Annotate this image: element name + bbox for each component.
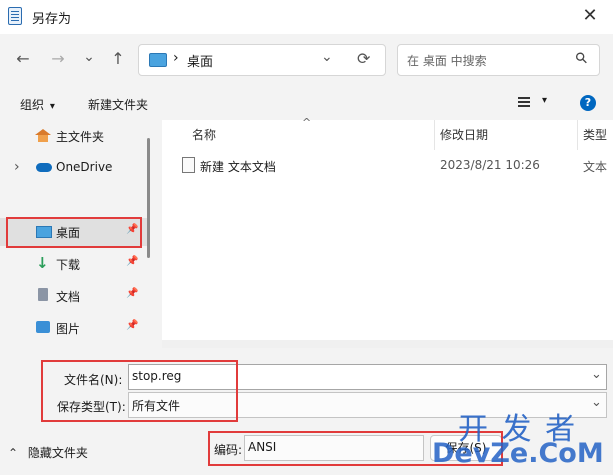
pin-icon[interactable]: 📌 [126,320,138,331]
encoding-select[interactable]: ANSI [244,435,424,461]
filetype-label: 保存类型(T): [57,400,126,414]
file-name: 新建 文本文档 [200,160,276,174]
sidebar-item-label: 文档 [56,290,81,304]
filename-value[interactable]: stop.reg [132,369,181,383]
sidebar-item-documents[interactable]: 文档 📌 [0,282,150,310]
up-arrow-icon[interactable]: ↑ [105,46,131,72]
encoding-label: 编码: [214,443,243,457]
sidebar-item-label: 主文件夹 [56,130,105,144]
search-box[interactable]: 在 桌面 中搜索 ⚲ [397,44,600,76]
sidebar-item-desktop[interactable]: 桌面 📌 [0,218,150,246]
column-divider[interactable] [577,120,578,150]
organize-button[interactable]: 组织 ▾ [20,96,55,113]
file-type: 文本 [583,160,608,174]
desktop-icon [149,53,167,67]
download-icon: ↓ [36,254,49,272]
sidebar-item-label: 图片 [56,322,81,336]
sidebar-item-label: 下载 [56,258,81,272]
sidebar-item-onedrive[interactable]: › OneDrive [0,154,150,182]
organize-label: 组织 [20,98,45,112]
hide-folders-label: 隐藏文件夹 [27,446,88,460]
document-icon [38,288,48,301]
view-dropdown-icon[interactable]: ▾ [542,95,547,106]
breadcrumb-current[interactable]: 桌面 [187,51,213,70]
search-icon[interactable]: ⚲ [571,48,592,69]
sort-indicator-icon: ^ [302,116,312,129]
organize-dropdown-icon: ▾ [49,101,55,112]
cloud-icon [36,163,52,172]
collapse-chevron-icon: ⌃ [8,446,19,460]
refresh-icon[interactable]: ⟳ [357,49,370,68]
filename-label: 文件名(N): [64,373,123,387]
navigation-pane: 主文件夹 › OneDrive 桌面 📌 ↓ 下载 📌 文档 📌 图片 📌 [0,120,150,348]
notepad-icon [8,7,22,25]
hide-folders-toggle[interactable]: ⌃ 隐藏文件夹 [8,444,88,461]
view-options-icon[interactable] [518,97,530,107]
column-header-date[interactable]: 修改日期 [440,126,488,143]
filetype-dropdown-icon[interactable]: ⌄ [591,395,602,410]
new-folder-button[interactable]: 新建文件夹 [88,96,148,113]
desktop-icon [36,226,52,238]
sidebar-item-downloads[interactable]: ↓ 下载 📌 [0,250,150,278]
search-placeholder[interactable]: 在 桌面 中搜索 [407,52,487,69]
help-icon[interactable]: ? [580,95,596,111]
horizontal-scrollbar[interactable] [162,340,613,348]
sidebar-item-label: 桌面 [56,226,81,240]
sidebar-scrollbar[interactable] [147,138,150,258]
sidebar-item-home[interactable]: 主文件夹 [0,122,150,150]
address-bar[interactable]: › 桌面 ⌄ ⟳ [138,44,386,76]
pin-icon[interactable]: 📌 [126,288,138,299]
pin-icon[interactable]: 📌 [126,256,138,267]
column-header-type[interactable]: 类型 [583,126,607,143]
close-button[interactable]: ✕ [572,2,608,30]
expand-chevron-icon[interactable]: › [14,159,20,175]
address-dropdown-icon[interactable]: ⌄ [321,49,333,65]
home-icon [35,129,51,142]
filename-dropdown-icon[interactable]: ⌄ [591,367,602,382]
sidebar-item-label: OneDrive [56,160,113,174]
file-date: 2023/8/21 10:26 [440,158,540,172]
column-header-name[interactable]: 名称 [192,126,216,143]
title-bar: 另存为 ✕ [0,0,613,34]
column-divider[interactable] [434,120,435,150]
back-arrow-icon[interactable]: ← [10,46,36,72]
forward-arrow-icon[interactable]: → [45,46,71,72]
filetype-value[interactable]: 所有文件 [132,397,180,414]
text-file-icon [182,157,195,173]
table-row[interactable]: 新建 文本文档 2023/8/21 10:26 文本 [162,154,613,178]
sidebar-item-pictures[interactable]: 图片 📌 [0,314,150,342]
watermark-bottom: DevZe.CoM [432,438,604,469]
pin-icon[interactable]: 📌 [126,224,138,235]
recent-locations-chevron-icon[interactable]: ⌄ [76,44,102,70]
file-list: ^ 名称 修改日期 类型 新建 文本文档 2023/8/21 10:26 文本 [162,116,613,340]
window-title: 另存为 [32,12,72,27]
filename-field[interactable]: stop.reg ⌄ [128,364,607,390]
breadcrumb-separator: › [173,50,179,66]
encoding-value[interactable]: ANSI [248,440,276,454]
picture-icon [36,321,50,333]
